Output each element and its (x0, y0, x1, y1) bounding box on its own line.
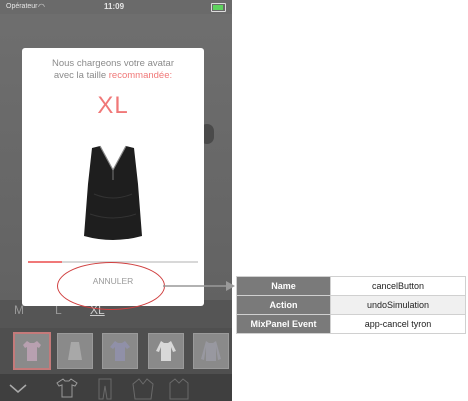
annotation-value: app-cancel tyron (330, 314, 466, 334)
annotation-row: Name cancelButton (236, 276, 466, 296)
annotation-arrow (163, 281, 235, 291)
annotation-row: MixPanel Event app-cancel tyron (236, 314, 466, 334)
annotation-key: MixPanel Event (236, 314, 331, 334)
annotation-value: undoSimulation (330, 295, 466, 315)
annotation-key: Action (236, 295, 331, 315)
annotation-table: Name cancelButton Action undoSimulation … (236, 276, 466, 334)
annotation-value: cancelButton (330, 276, 466, 296)
annotation-row: Action undoSimulation (236, 295, 466, 315)
annotation-key: Name (236, 276, 331, 296)
